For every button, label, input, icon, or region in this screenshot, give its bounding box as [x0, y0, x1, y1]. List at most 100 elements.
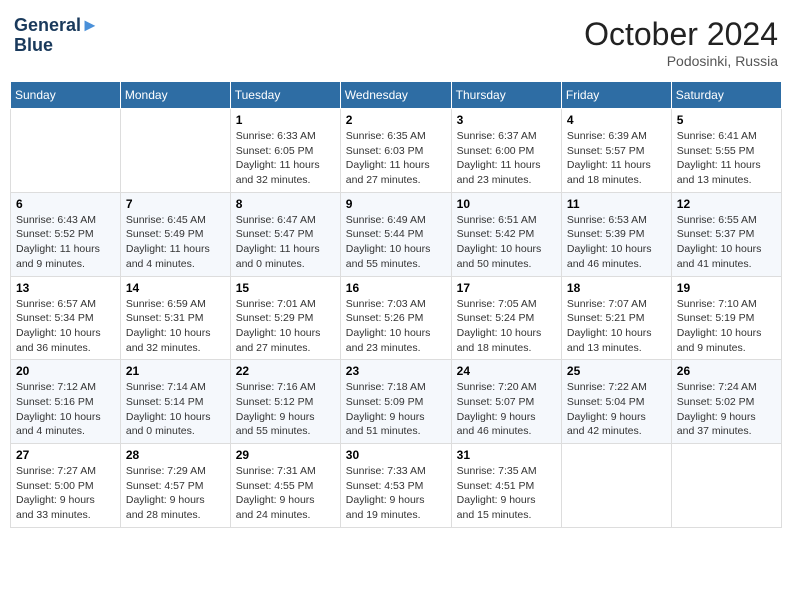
calendar-body: 1Sunrise: 6:33 AM Sunset: 6:05 PM Daylig…	[11, 109, 782, 528]
day-number: 19	[677, 281, 776, 295]
calendar-cell: 1Sunrise: 6:33 AM Sunset: 6:05 PM Daylig…	[230, 109, 340, 193]
calendar-cell: 3 Sunrise: 6:37 AM Sunset: 6:00 PM Daylig…	[451, 109, 561, 193]
calendar-cell: 12 Sunrise: 6:55 AM Sunset: 5:37 PM Dayli…	[671, 192, 781, 276]
calendar-header-thursday: Thursday	[451, 82, 561, 109]
day-number: 2	[346, 113, 446, 127]
day-info: Sunrise: 6:39 AM Sunset: 5:57 PM Dayligh…	[567, 129, 666, 188]
logo: General►Blue	[14, 16, 99, 56]
day-number: 28	[126, 448, 225, 462]
day-number: 24	[457, 364, 556, 378]
calendar-header-sunday: Sunday	[11, 82, 121, 109]
calendar-cell: 30 Sunrise: 7:33 AM Sunset: 4:53 PM Dayli…	[340, 444, 451, 528]
calendar-cell: 7 Sunrise: 6:45 AM Sunset: 5:49 PM Daylig…	[120, 192, 230, 276]
day-info: Sunrise: 6:47 AM Sunset: 5:47 PM Dayligh…	[236, 213, 335, 272]
day-info: Sunrise: 6:43 AM Sunset: 5:52 PM Dayligh…	[16, 213, 115, 272]
title-block: October 2024 Podosinki, Russia	[584, 16, 778, 69]
day-info: Sunrise: 7:27 AM Sunset: 5:00 PM Dayligh…	[16, 464, 115, 523]
day-number: 15	[236, 281, 335, 295]
calendar-cell: 14 Sunrise: 6:59 AM Sunset: 5:31 PM Dayli…	[120, 276, 230, 360]
day-number: 31	[457, 448, 556, 462]
day-number: 5	[677, 113, 776, 127]
day-info: Sunrise: 7:33 AM Sunset: 4:53 PM Dayligh…	[346, 464, 446, 523]
calendar-cell: 8 Sunrise: 6:47 AM Sunset: 5:47 PM Daylig…	[230, 192, 340, 276]
page-header: General►Blue October 2024 Podosinki, Rus…	[10, 10, 782, 75]
day-number: 1	[236, 113, 335, 127]
calendar-header-monday: Monday	[120, 82, 230, 109]
day-number: 4	[567, 113, 666, 127]
day-info: Sunrise: 7:31 AM Sunset: 4:55 PM Dayligh…	[236, 464, 335, 523]
day-info: Sunrise: 7:18 AM Sunset: 5:09 PM Dayligh…	[346, 380, 446, 439]
day-info: Sunrise: 7:16 AM Sunset: 5:12 PM Dayligh…	[236, 380, 335, 439]
calendar-header-row: SundayMondayTuesdayWednesdayThursdayFrid…	[11, 82, 782, 109]
calendar-cell: 5 Sunrise: 6:41 AM Sunset: 5:55 PM Daylig…	[671, 109, 781, 193]
calendar-cell: 16Sunrise: 7:03 AM Sunset: 5:26 PM Dayli…	[340, 276, 451, 360]
calendar-header-tuesday: Tuesday	[230, 82, 340, 109]
day-number: 18	[567, 281, 666, 295]
day-number: 20	[16, 364, 115, 378]
day-info: Sunrise: 6:59 AM Sunset: 5:31 PM Dayligh…	[126, 297, 225, 356]
calendar-cell: 11Sunrise: 6:53 AM Sunset: 5:39 PM Dayli…	[561, 192, 671, 276]
day-info: Sunrise: 6:51 AM Sunset: 5:42 PM Dayligh…	[457, 213, 556, 272]
logo-text: General►Blue	[14, 16, 99, 56]
day-info: Sunrise: 6:57 AM Sunset: 5:34 PM Dayligh…	[16, 297, 115, 356]
calendar-cell: 18Sunrise: 7:07 AM Sunset: 5:21 PM Dayli…	[561, 276, 671, 360]
calendar-cell: 24 Sunrise: 7:20 AM Sunset: 5:07 PM Dayli…	[451, 360, 561, 444]
calendar-header-wednesday: Wednesday	[340, 82, 451, 109]
day-info: Sunrise: 6:55 AM Sunset: 5:37 PM Dayligh…	[677, 213, 776, 272]
day-info: Sunrise: 7:12 AM Sunset: 5:16 PM Dayligh…	[16, 380, 115, 439]
calendar-cell: 20 Sunrise: 7:12 AM Sunset: 5:16 PM Dayli…	[11, 360, 121, 444]
day-number: 6	[16, 197, 115, 211]
calendar-header-friday: Friday	[561, 82, 671, 109]
day-number: 21	[126, 364, 225, 378]
day-number: 8	[236, 197, 335, 211]
day-number: 26	[677, 364, 776, 378]
calendar-cell: 26 Sunrise: 7:24 AM Sunset: 5:02 PM Dayli…	[671, 360, 781, 444]
day-info: Sunrise: 7:20 AM Sunset: 5:07 PM Dayligh…	[457, 380, 556, 439]
calendar-cell: 6 Sunrise: 6:43 AM Sunset: 5:52 PM Daylig…	[11, 192, 121, 276]
day-info: Sunrise: 7:35 AM Sunset: 4:51 PM Dayligh…	[457, 464, 556, 523]
day-info: Sunrise: 6:37 AM Sunset: 6:00 PM Dayligh…	[457, 129, 556, 188]
day-number: 9	[346, 197, 446, 211]
calendar-cell: 13Sunrise: 6:57 AM Sunset: 5:34 PM Dayli…	[11, 276, 121, 360]
calendar-cell: 23 Sunrise: 7:18 AM Sunset: 5:09 PM Dayli…	[340, 360, 451, 444]
calendar-cell: 22 Sunrise: 7:16 AM Sunset: 5:12 PM Dayli…	[230, 360, 340, 444]
day-info: Sunrise: 7:05 AM Sunset: 5:24 PM Dayligh…	[457, 297, 556, 356]
day-number: 7	[126, 197, 225, 211]
day-info: Sunrise: 6:45 AM Sunset: 5:49 PM Dayligh…	[126, 213, 225, 272]
calendar-week-5: 27 Sunrise: 7:27 AM Sunset: 5:00 PM Dayli…	[11, 444, 782, 528]
calendar-cell	[671, 444, 781, 528]
day-info: Sunrise: 6:41 AM Sunset: 5:55 PM Dayligh…	[677, 129, 776, 188]
day-info: Sunrise: 6:35 AM Sunset: 6:03 PM Dayligh…	[346, 129, 446, 188]
calendar-cell: 28 Sunrise: 7:29 AM Sunset: 4:57 PM Dayli…	[120, 444, 230, 528]
calendar-header-saturday: Saturday	[671, 82, 781, 109]
calendar-week-4: 20 Sunrise: 7:12 AM Sunset: 5:16 PM Dayli…	[11, 360, 782, 444]
day-number: 22	[236, 364, 335, 378]
day-number: 30	[346, 448, 446, 462]
calendar-cell: 15 Sunrise: 7:01 AM Sunset: 5:29 PM Dayli…	[230, 276, 340, 360]
calendar-cell	[561, 444, 671, 528]
day-info: Sunrise: 7:29 AM Sunset: 4:57 PM Dayligh…	[126, 464, 225, 523]
day-number: 10	[457, 197, 556, 211]
day-number: 11	[567, 197, 666, 211]
day-info: Sunrise: 6:49 AM Sunset: 5:44 PM Dayligh…	[346, 213, 446, 272]
calendar-cell	[11, 109, 121, 193]
calendar-cell: 27 Sunrise: 7:27 AM Sunset: 5:00 PM Dayli…	[11, 444, 121, 528]
calendar-week-2: 6 Sunrise: 6:43 AM Sunset: 5:52 PM Daylig…	[11, 192, 782, 276]
calendar-cell: 21Sunrise: 7:14 AM Sunset: 5:14 PM Dayli…	[120, 360, 230, 444]
day-number: 16	[346, 281, 446, 295]
day-number: 27	[16, 448, 115, 462]
calendar-week-3: 13Sunrise: 6:57 AM Sunset: 5:34 PM Dayli…	[11, 276, 782, 360]
day-info: Sunrise: 7:10 AM Sunset: 5:19 PM Dayligh…	[677, 297, 776, 356]
day-number: 12	[677, 197, 776, 211]
day-info: Sunrise: 7:01 AM Sunset: 5:29 PM Dayligh…	[236, 297, 335, 356]
day-number: 14	[126, 281, 225, 295]
day-number: 23	[346, 364, 446, 378]
day-number: 3	[457, 113, 556, 127]
calendar-cell: 19 Sunrise: 7:10 AM Sunset: 5:19 PM Dayli…	[671, 276, 781, 360]
calendar-table: SundayMondayTuesdayWednesdayThursdayFrid…	[10, 81, 782, 528]
calendar-cell: 9 Sunrise: 6:49 AM Sunset: 5:44 PM Daylig…	[340, 192, 451, 276]
day-info: Sunrise: 7:24 AM Sunset: 5:02 PM Dayligh…	[677, 380, 776, 439]
calendar-cell	[120, 109, 230, 193]
day-info: Sunrise: 7:22 AM Sunset: 5:04 PM Dayligh…	[567, 380, 666, 439]
calendar-week-1: 1Sunrise: 6:33 AM Sunset: 6:05 PM Daylig…	[11, 109, 782, 193]
